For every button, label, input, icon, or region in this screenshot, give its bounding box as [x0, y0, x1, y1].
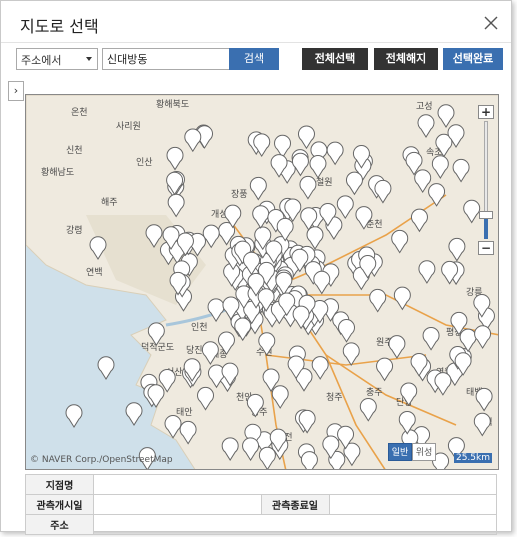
place-label: 인산: [136, 157, 153, 168]
address-label: 주소: [25, 514, 94, 535]
search-input[interactable]: [102, 48, 230, 70]
search-button[interactable]: 검색: [229, 48, 279, 70]
station-info-table: 지점명 관측개시일 관측종료일 주소: [25, 474, 497, 535]
place-label: 청주: [326, 392, 343, 403]
map-type-satellite-button[interactable]: 위성: [412, 443, 436, 461]
end-date-label: 관측종료일: [260, 494, 330, 515]
place-label: 당진: [186, 345, 203, 356]
scope-select[interactable]: 주소에서: [16, 48, 98, 70]
start-date-value: [93, 494, 262, 515]
map-scale: 25.5km: [453, 453, 492, 463]
station-marker[interactable]: [65, 404, 83, 428]
dialog-title: 지도로 선택: [20, 17, 99, 36]
place-label: 황해북도: [156, 99, 189, 110]
station-marker[interactable]: [97, 356, 115, 380]
search-toolbar: 주소에서 검색 전체선택 전체해지 선택완료: [16, 48, 503, 74]
close-icon[interactable]: [483, 15, 499, 31]
zoom-in-button[interactable]: +: [478, 105, 494, 119]
place-label: 연백: [86, 267, 103, 278]
map-copyright: © NAVER Corp./OpenStreetMap: [30, 455, 173, 465]
map-type-normal-button[interactable]: 일반: [388, 443, 412, 461]
station-marker[interactable]: [125, 402, 143, 426]
station-name-value: [93, 474, 497, 495]
zoom-control: + −: [478, 105, 494, 255]
start-date-label: 관측개시일: [25, 494, 94, 515]
place-label: 황해남도: [41, 167, 74, 178]
zoom-out-button[interactable]: −: [478, 241, 494, 255]
end-date-value: [328, 494, 497, 515]
place-label: 사리원: [116, 121, 141, 132]
place-label: 철원: [316, 177, 333, 188]
place-label: 온천: [71, 107, 88, 118]
station-name-label: 지점명: [25, 474, 94, 495]
map-view[interactable]: 황해북도사리원온천신천인산황해남도해주강령연백서울개성장풍철원춘천고성인천수원천…: [25, 94, 499, 470]
map-canvas[interactable]: 황해북도사리원온천신천인산황해남도해주강령연백서울개성장풍철원춘천고성인천수원천…: [26, 95, 499, 470]
address-value: [93, 514, 497, 535]
select-all-button[interactable]: 전체선택: [302, 48, 368, 70]
map-select-dialog: 지도로 선택 주소에서 검색 전체선택 전체해지 선택완료 › 황해북도사리원 온…: [0, 0, 512, 535]
zoom-slider-handle[interactable]: [479, 211, 493, 219]
place-label: 충주: [366, 387, 383, 398]
place-label: 태안: [176, 407, 193, 418]
deselect-all-button[interactable]: 전체해지: [374, 48, 438, 70]
place-label: 인천: [191, 322, 208, 333]
side-panel-toggle[interactable]: ›: [8, 81, 24, 101]
chevron-down-icon: [86, 57, 92, 61]
place-label: 신천: [66, 145, 83, 156]
place-label: 해주: [101, 197, 118, 208]
place-label: 강령: [66, 224, 83, 236]
map-type-toggle: 일반 위성: [388, 443, 436, 461]
scope-select-value: 주소에서: [21, 54, 62, 67]
done-button[interactable]: 선택완료: [443, 48, 503, 70]
place-label: 고성: [416, 101, 433, 112]
dialog-titlebar: 지도로 선택: [1, 1, 511, 43]
place-label: 장풍: [231, 189, 248, 200]
